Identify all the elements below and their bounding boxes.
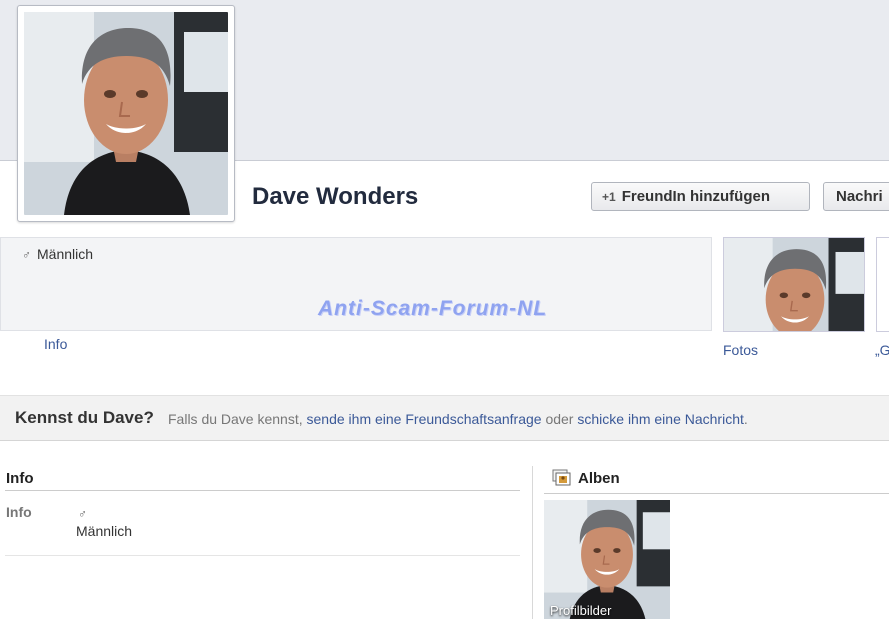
album-profile-pictures[interactable] — [544, 500, 670, 619]
profile-name[interactable]: Dave Wonders — [252, 183, 418, 211]
know-prompt-text: Falls du Dave kennst, sende ihm eine Fre… — [168, 411, 748, 427]
albums-icon — [552, 469, 572, 487]
message-button[interactable]: Nachri — [823, 182, 889, 211]
know-prompt-middle: oder — [545, 411, 574, 427]
know-prompt-suffix: . — [743, 411, 748, 427]
send-message-link[interactable]: schicke ihm eine Nachricht — [577, 411, 744, 427]
divider — [5, 555, 520, 556]
column-divider — [532, 466, 533, 619]
add-friend-label: FreundIn hinzufügen — [621, 188, 770, 205]
watermark: Anti-Scam-Forum-NL — [318, 297, 548, 320]
tab-info[interactable]: Info — [44, 336, 67, 352]
know-prompt-prefix: Falls du Dave kennst, — [168, 411, 303, 427]
tab-photos[interactable]: Fotos — [723, 342, 758, 358]
gender-summary: ♂ Männlich — [22, 246, 93, 262]
message-label: Nachri — [836, 188, 883, 205]
divider — [5, 490, 520, 491]
info-gender-value: Männlich — [76, 523, 133, 539]
info-row-label: Info — [6, 504, 32, 520]
friend-request-link[interactable]: sende ihm eine Freundschaftsanfrage — [307, 411, 542, 427]
add-friend-icon: +1 — [602, 190, 616, 204]
male-icon: ♂ — [22, 248, 31, 262]
gender-text: Männlich — [37, 246, 94, 262]
info-section-title[interactable]: Info — [6, 470, 34, 487]
male-icon: ♂ — [78, 507, 87, 521]
next-tab-thumbnail[interactable] — [876, 237, 889, 332]
photos-thumbnail[interactable] — [723, 237, 865, 332]
albums-section-title[interactable]: Alben — [578, 470, 620, 487]
know-prompt-heading: Kennst du Dave? — [15, 408, 154, 427]
profile-picture[interactable] — [24, 12, 228, 215]
divider — [544, 493, 889, 494]
add-friend-button[interactable]: +1 FreundIn hinzufügen — [591, 182, 810, 211]
album-caption[interactable]: Profilbilder — [550, 603, 611, 618]
profile-picture-frame[interactable] — [17, 5, 235, 222]
tab-next[interactable]: „G — [875, 342, 889, 358]
